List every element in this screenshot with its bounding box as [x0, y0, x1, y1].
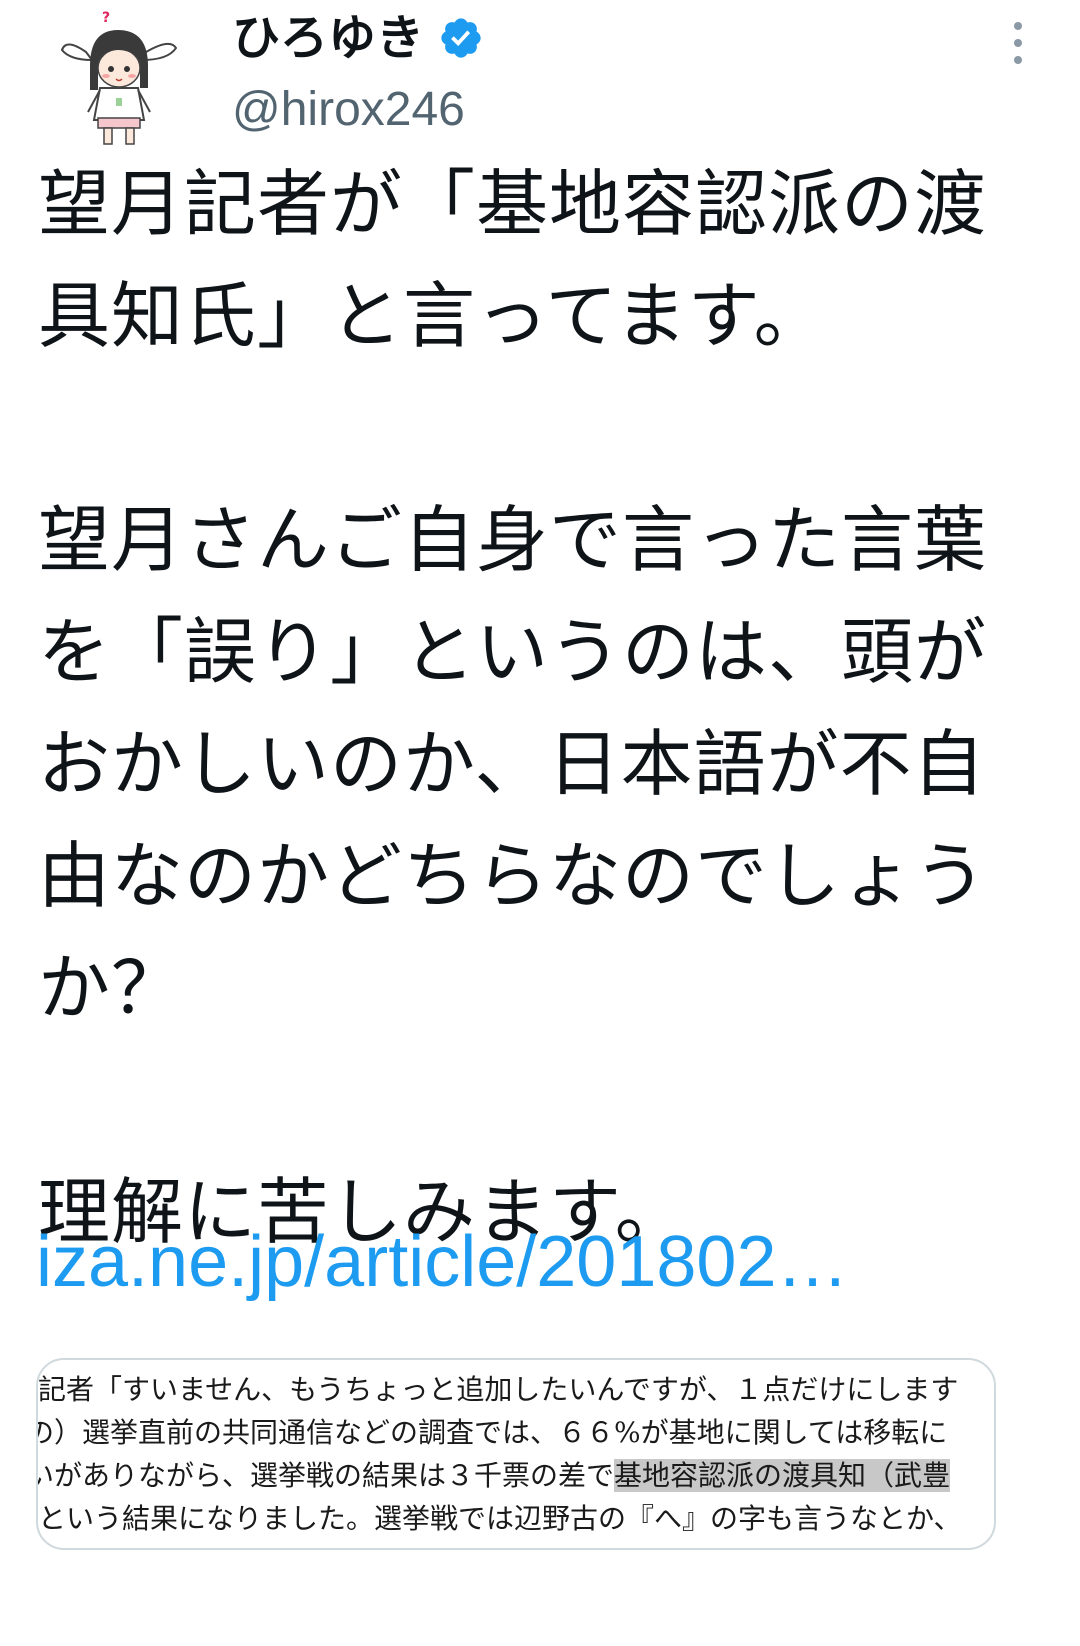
media-line-4: という結果になりました。選挙戦では辺野古の『へ』の字も言うなとか、 — [38, 1502, 962, 1535]
tweet-media-image[interactable]: 記者「すいません、もうちょっと追加したいんですが、１点だけにします の）選挙直前… — [36, 1358, 996, 1550]
tweet-text: 望月記者が「基地容認派の渡 具知氏」と言ってます。 望月さんご自身で言った言葉 … — [38, 162, 988, 1254]
author-name-row[interactable]: ひろゆき — [232, 6, 484, 70]
media-line-3-text: いがありながら、選挙戦の結果は３千票の差で — [36, 1459, 615, 1492]
avatar[interactable]: ? — [56, 8, 184, 146]
more-dot — [1014, 56, 1022, 64]
tweet-link[interactable]: iza.ne.jp/article/201802… — [36, 1206, 849, 1318]
more-options-button[interactable] — [1000, 18, 1036, 68]
tweet: ? ひろゆき @hirox246 望月記者が「基地容認派の渡 具知氏」と言ってま… — [0, 0, 1080, 1646]
author-handle[interactable]: @hirox246 — [232, 78, 465, 142]
svg-text:?: ? — [102, 10, 110, 26]
more-dot — [1014, 39, 1022, 47]
more-vertical-icon — [1014, 22, 1022, 30]
display-name[interactable]: ひろゆき — [232, 6, 424, 70]
media-line-1: 記者「すいません、もうちょっと追加したいんですが、１点だけにします — [38, 1373, 959, 1406]
verified-badge-icon — [441, 18, 481, 58]
media-line-2: の）選挙直前の共同通信などの調査では、６６%が基地に関しては移転に — [36, 1416, 948, 1449]
media-highlight: 基地容認派の渡具知（武豊 — [614, 1459, 951, 1492]
bunny-ear-girl-avatar-icon: ? — [60, 10, 178, 145]
media-line-3: いがありながら、選挙戦の結果は３千票の差で基地容認派の渡具知（武豊 — [36, 1454, 986, 1497]
media-text-block: 記者「すいません、もうちょっと追加したいんですが、１点だけにします の）選挙直前… — [36, 1368, 994, 1540]
